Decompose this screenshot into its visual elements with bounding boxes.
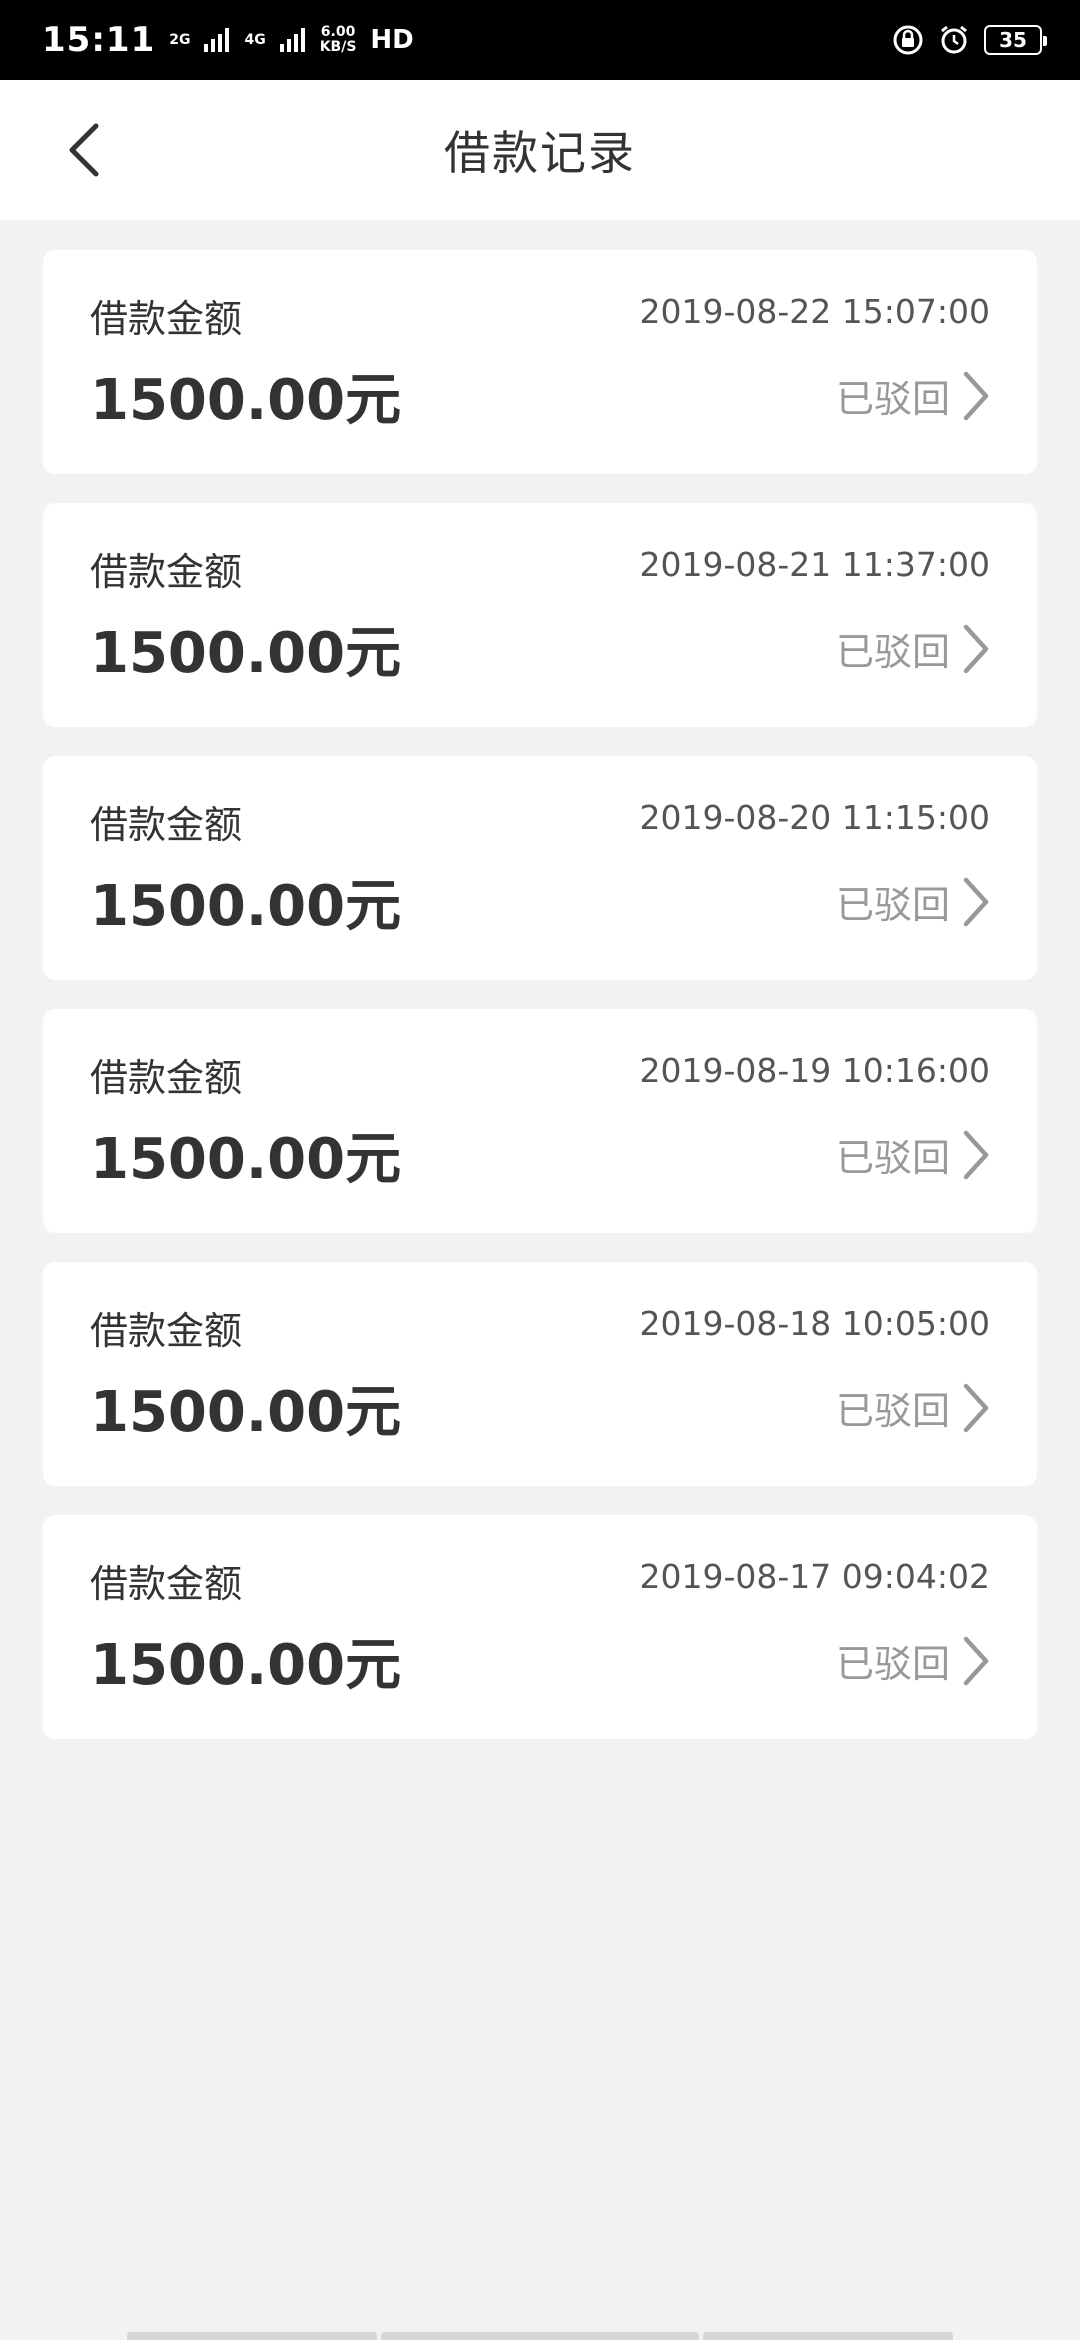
network-speed-value: 6.00 bbox=[320, 24, 356, 40]
record-status: 已驳回 bbox=[836, 368, 990, 423]
alarm-icon bbox=[941, 25, 967, 54]
chevron-right-icon bbox=[963, 371, 989, 420]
amount-label: 借款金额 bbox=[90, 1562, 243, 1606]
nav-bar-segment[interactable] bbox=[703, 2332, 953, 2340]
battery-icon: 35 bbox=[984, 25, 1047, 55]
loan-record-item[interactable]: 借款金额 2019-08-19 10:16:00 1500.00元 已驳回 bbox=[43, 1009, 1037, 1233]
loan-amount: 1500.00元 bbox=[90, 1380, 402, 1445]
lock-rotation-icon bbox=[893, 25, 923, 55]
back-button[interactable] bbox=[52, 118, 116, 182]
network-4g-label: 4G bbox=[244, 31, 266, 48]
amount-label: 借款金额 bbox=[90, 1309, 243, 1353]
signal-icon-2 bbox=[279, 28, 305, 52]
network-speed: 6.00 KB/S bbox=[320, 25, 357, 55]
record-date: 2019-08-21 11:37:00 bbox=[639, 545, 990, 584]
hd-voice-icon: HD bbox=[370, 25, 414, 55]
record-date: 2019-08-22 15:07:00 bbox=[639, 292, 990, 331]
record-status: 已驳回 bbox=[836, 1633, 990, 1688]
status-text: 已驳回 bbox=[835, 377, 950, 421]
loan-amount: 1500.00元 bbox=[90, 874, 402, 939]
amount-label: 借款金额 bbox=[90, 1056, 243, 1100]
app-header: 借款记录 bbox=[0, 80, 1080, 220]
loan-amount: 1500.00元 bbox=[90, 1127, 402, 1192]
signal-2g: 2G bbox=[169, 31, 191, 48]
status-text: 已驳回 bbox=[835, 630, 950, 674]
loan-record-item[interactable]: 借款金额 2019-08-20 11:15:00 1500.00元 已驳回 bbox=[43, 756, 1037, 980]
amount-label: 借款金额 bbox=[90, 803, 243, 847]
loan-record-item[interactable]: 借款金额 2019-08-17 09:04:02 1500.00元 已驳回 bbox=[43, 1515, 1037, 1739]
status-text: 已驳回 bbox=[835, 883, 950, 927]
record-status: 已驳回 bbox=[836, 1380, 990, 1435]
record-status: 已驳回 bbox=[836, 621, 990, 676]
network-2g-label: 2G bbox=[169, 31, 191, 48]
status-bar-left: 15:11 2G 4G 6.00 KB/S HD bbox=[42, 20, 414, 60]
loan-record-item[interactable]: 借款金额 2019-08-21 11:37:00 1500.00元 已驳回 bbox=[43, 503, 1037, 727]
bottom-nav-indicator bbox=[127, 2332, 953, 2340]
chevron-right-icon bbox=[963, 1383, 989, 1432]
record-status: 已驳回 bbox=[836, 874, 990, 929]
record-date: 2019-08-20 11:15:00 bbox=[639, 798, 990, 837]
nav-bar-segment[interactable] bbox=[381, 2332, 699, 2340]
chevron-right-icon bbox=[963, 1130, 989, 1179]
loan-amount: 1500.00元 bbox=[90, 1633, 402, 1698]
record-date: 2019-08-18 10:05:00 bbox=[639, 1304, 990, 1343]
chevron-right-icon bbox=[963, 1636, 989, 1685]
status-text: 已驳回 bbox=[835, 1389, 950, 1433]
battery-level: 35 bbox=[999, 28, 1027, 52]
network-speed-unit: KB/S bbox=[319, 39, 357, 55]
status-text: 已驳回 bbox=[835, 1136, 950, 1180]
loan-record-item[interactable]: 借款金额 2019-08-18 10:05:00 1500.00元 已驳回 bbox=[43, 1262, 1037, 1486]
record-date: 2019-08-19 10:16:00 bbox=[639, 1051, 990, 1090]
page-title: 借款记录 bbox=[444, 126, 636, 180]
clock: 15:11 bbox=[42, 20, 156, 60]
record-status: 已驳回 bbox=[836, 1127, 990, 1182]
signal-4g: 4G bbox=[244, 31, 266, 48]
loan-amount: 1500.00元 bbox=[90, 368, 402, 433]
record-date: 2019-08-17 09:04:02 bbox=[639, 1557, 990, 1596]
status-bar: 15:11 2G 4G 6.00 KB/S HD 35 bbox=[0, 0, 1080, 80]
status-bar-right: 35 bbox=[892, 24, 1047, 56]
status-text: 已驳回 bbox=[835, 1642, 950, 1686]
nav-bar-segment[interactable] bbox=[127, 2332, 377, 2340]
loan-record-item[interactable]: 借款金额 2019-08-22 15:07:00 1500.00元 已驳回 bbox=[43, 250, 1037, 474]
amount-label: 借款金额 bbox=[90, 550, 243, 594]
loan-amount: 1500.00元 bbox=[90, 621, 402, 686]
chevron-right-icon bbox=[963, 624, 989, 673]
loan-record-list: 借款金额 2019-08-22 15:07:00 1500.00元 已驳回 借款… bbox=[43, 250, 1037, 1768]
chevron-right-icon bbox=[963, 877, 989, 926]
signal-icon bbox=[204, 28, 230, 52]
chevron-left-icon bbox=[69, 123, 99, 177]
amount-label: 借款金额 bbox=[90, 297, 243, 341]
